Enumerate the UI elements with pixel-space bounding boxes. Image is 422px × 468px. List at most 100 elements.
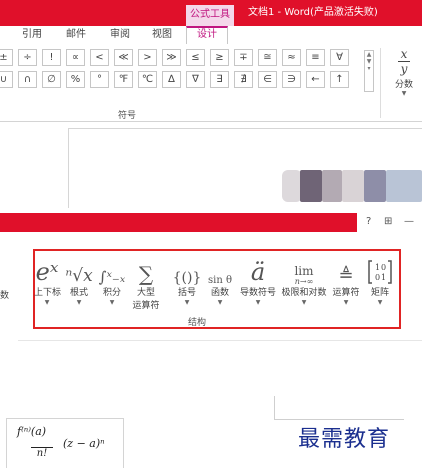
symbol-button[interactable]: ∆ (162, 71, 181, 88)
svg-text:1: 1 (381, 273, 386, 282)
symbol-button[interactable]: < (90, 49, 109, 66)
equation-tools-context-tab[interactable]: 公式工具 (186, 5, 234, 26)
summation-icon: ∑ (138, 262, 154, 286)
integral-icon: ∫ˣ₋ₓ (98, 268, 126, 286)
symbols-gallery-scroller[interactable]: ▲ ▼ ▾ (364, 50, 374, 92)
symbol-button[interactable]: ° (90, 71, 109, 88)
blurred-region (322, 170, 342, 202)
symbol-button[interactable]: ∀ (330, 49, 349, 66)
page-corner-outline (274, 396, 404, 420)
chevron-down-icon: ▼ (401, 90, 407, 97)
symbol-button[interactable]: ≥ (210, 49, 229, 66)
symbol-button[interactable]: ∅ (42, 71, 61, 88)
large-operator-label-line2: 运算符 (132, 301, 160, 311)
function-button[interactable]: sin θ 函数 ▼ (204, 254, 236, 307)
symbol-button[interactable]: ↑ (330, 71, 349, 88)
accent-icon: ä (250, 258, 266, 286)
symbol-button[interactable]: ! (42, 49, 61, 66)
fraction-denominator: y (400, 62, 408, 76)
radical-label: 根式 (69, 288, 88, 298)
symbol-button[interactable]: ∩ (18, 71, 37, 88)
symbol-button[interactable]: ∝ (66, 49, 85, 66)
minimize-button[interactable]: — (404, 216, 414, 227)
function-label: 函数 (210, 288, 229, 298)
symbol-button[interactable]: % (66, 71, 85, 88)
tab-design[interactable]: 设计 (186, 26, 228, 44)
chevron-down-icon: ▼ (255, 299, 261, 306)
symbol-button[interactable]: ∈ (258, 71, 277, 88)
tab-mailings[interactable]: 邮件 (66, 28, 86, 42)
limit-icon-lim: lim (294, 264, 314, 278)
help-button[interactable]: ? (366, 216, 371, 227)
chevron-down-icon: ▼ (109, 299, 115, 306)
group-divider (380, 48, 381, 118)
limit-log-label: 极限和对数 (281, 288, 327, 298)
radical-button[interactable]: ⁿ√x 根式 ▼ (64, 254, 94, 307)
symbol-button[interactable]: ∓ (234, 49, 253, 66)
symbol-button[interactable]: ℉ (114, 71, 133, 88)
tab-view[interactable]: 视图 (152, 28, 172, 42)
matrix-button[interactable]: 1 0 0 1 矩阵 ▼ (364, 254, 396, 307)
function-icon: sin θ (208, 275, 232, 286)
large-operator-label: 大型 (136, 288, 155, 298)
tab-references[interactable]: 引用 (22, 28, 42, 42)
ribbon-bottom-border (18, 340, 422, 341)
tab-review[interactable]: 审阅 (110, 28, 130, 42)
chevron-down-icon: ▼ (377, 299, 383, 306)
symbol-button[interactable]: > (138, 49, 157, 66)
script-label: 上下标 (34, 288, 62, 298)
operator-button[interactable]: ≜ 运算符 ▼ (330, 254, 362, 307)
symbol-button[interactable]: ∋ (282, 71, 301, 88)
symbol-button[interactable]: ≤ (186, 49, 205, 66)
integral-label: 积分 (102, 288, 121, 298)
fraction-label: 分数 (394, 80, 413, 90)
limit-log-button[interactable]: lim n→∞ 极限和对数 ▼ (280, 254, 328, 307)
symbol-button[interactable]: ← (306, 71, 325, 88)
symbol-button[interactable]: ≅ (258, 49, 277, 66)
symbol-button[interactable]: ∄ (234, 71, 253, 88)
symbol-button[interactable]: ≫ (162, 49, 181, 66)
symbol-button[interactable]: ≈ (282, 49, 301, 66)
fraction-numerator: x (400, 47, 408, 61)
radical-icon: ⁿ√x (65, 266, 93, 286)
symbol-button[interactable]: ≡ (306, 49, 325, 66)
fraction-button[interactable]: x y 分数 ▼ (390, 48, 418, 97)
script-button[interactable]: eˣ 上下标 ▼ (34, 254, 62, 307)
blurred-region (282, 170, 302, 202)
symbol-button[interactable]: ÷ (18, 49, 37, 66)
fraction-label-cropped: 数 (0, 291, 10, 301)
chevron-down-icon: ▼ (44, 299, 50, 306)
accent-button[interactable]: ä 导数符号 ▼ (238, 254, 278, 307)
matrix-label: 矩阵 (370, 288, 389, 298)
large-operator-button[interactable]: ∑ 大型 运算符 (128, 254, 164, 312)
symbol-button[interactable]: ≪ (114, 49, 133, 66)
blurred-region (300, 170, 322, 202)
symbol-button[interactable]: ± (0, 49, 13, 66)
symbols-group-label: 符号 (118, 111, 137, 121)
symbol-button[interactable]: ∇ (186, 71, 205, 88)
structures-group-label: 结构 (188, 318, 207, 328)
accent-label: 导数符号 (239, 288, 276, 298)
integral-button[interactable]: ∫ˣ₋ₓ 积分 ▼ (98, 254, 126, 307)
chevron-down-icon: ▼ (184, 299, 190, 306)
blurred-region (342, 170, 364, 202)
svg-text:1: 1 (375, 263, 380, 272)
equation-box[interactable]: f⁽ⁿ⁾(a) n! (z − a)ⁿ (6, 418, 124, 468)
symbol-button[interactable]: ∃ (210, 71, 229, 88)
equation-numerator: f⁽ⁿ⁾(a) (17, 425, 47, 438)
equation-term: (z − a)ⁿ (63, 437, 105, 450)
script-icon: eˣ (35, 258, 59, 286)
screenshot-root: 公式工具 文档1 - Word(产品激活失败) 引用 邮件 审阅 视图 设计 ±… (0, 0, 422, 468)
chevron-down-icon: ▼ (76, 299, 82, 306)
chevron-down-icon: ▼ (217, 299, 223, 306)
bracket-label: 括号 (177, 288, 196, 298)
ribbon-display-options-button[interactable]: ⊞ (384, 216, 392, 227)
symbol-button[interactable]: ℃ (138, 71, 157, 88)
operator-icon: ≜ (338, 265, 354, 286)
symbol-button[interactable]: ∪ (0, 71, 13, 88)
ribbon-tabs: 引用 邮件 审阅 视图 设计 (0, 26, 422, 44)
chevron-down-icon: ▼ (343, 299, 349, 306)
limit-icon-sub: n→∞ (294, 277, 314, 286)
bracket-button[interactable]: {()} 括号 ▼ (172, 254, 202, 307)
bracket-icon: {()} (172, 270, 202, 286)
